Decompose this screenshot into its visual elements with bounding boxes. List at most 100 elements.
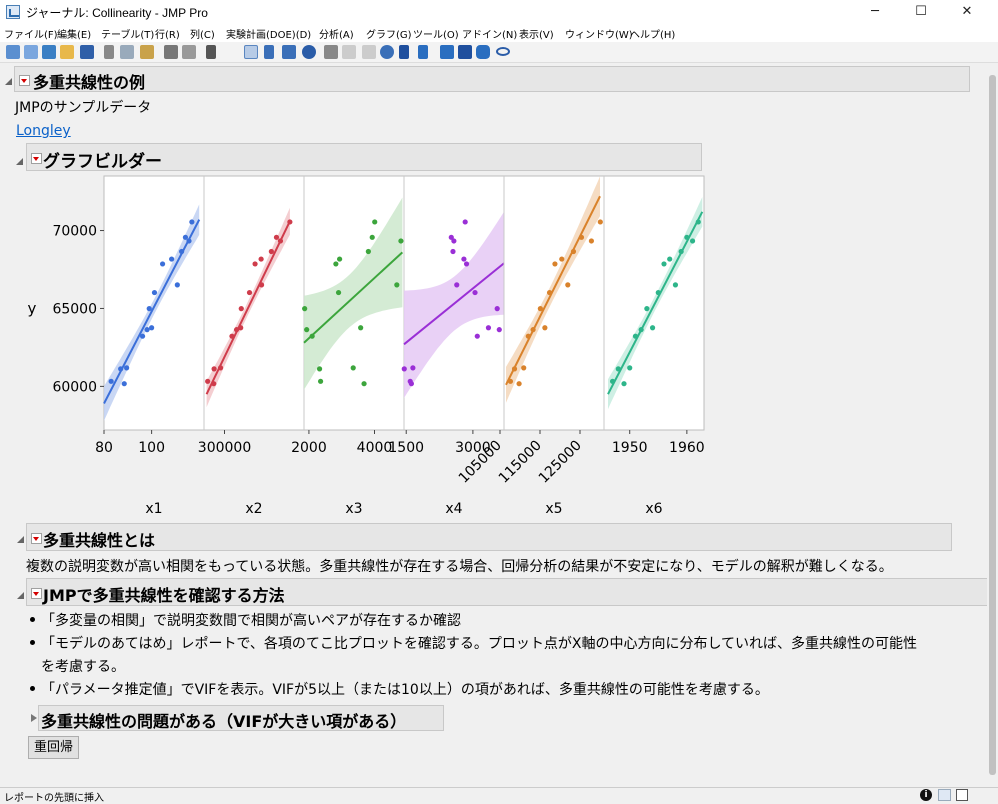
open-folder-icon[interactable] xyxy=(60,45,74,59)
crosshair-plus-icon[interactable] xyxy=(399,45,409,59)
help-tool-icon[interactable] xyxy=(264,45,274,59)
data-point xyxy=(337,256,343,262)
data-point xyxy=(588,238,595,244)
graph-builder-header[interactable]: グラフビルダー xyxy=(26,143,702,172)
arrow-tool-icon[interactable] xyxy=(244,45,258,59)
data-point xyxy=(684,234,690,240)
menu-view[interactable]: 表示(V) xyxy=(519,26,554,41)
data-point xyxy=(672,282,679,288)
x-axis-label: x6 xyxy=(645,501,662,517)
data-point xyxy=(609,378,616,384)
section-title: 多重共線性とは xyxy=(43,531,156,550)
new-script-icon[interactable] xyxy=(24,45,38,59)
menu-edit[interactable]: 編集(E) xyxy=(57,26,91,41)
menu-file[interactable]: ファイル(F) xyxy=(4,26,58,41)
section-header-collinearity-example[interactable]: 多重共線性の例 xyxy=(14,66,970,92)
simple-shape-icon[interactable] xyxy=(476,45,490,59)
annotate-tool-icon[interactable] xyxy=(440,45,454,59)
info-icon[interactable]: i xyxy=(920,789,932,801)
cut-icon[interactable] xyxy=(104,45,114,59)
scrollbar-thumb[interactable] xyxy=(989,75,996,775)
collinearity-definition-text: 複数の説明変数が高い相関をもっている状態。多重共線性が存在する場合、回帰分析の結… xyxy=(26,559,893,575)
menu-addins[interactable]: アドイン(N) xyxy=(462,26,517,41)
python-icon[interactable] xyxy=(42,45,56,59)
status-bar: レポートの先頭に挿入 i xyxy=(0,787,998,804)
data-point xyxy=(525,333,531,339)
data-point xyxy=(401,366,407,372)
disclosure-open-icon[interactable] xyxy=(17,536,24,543)
crosshair-tool-icon[interactable] xyxy=(282,45,296,59)
sample-data-label: JMPのサンプルデータ xyxy=(15,100,152,116)
data-point xyxy=(496,327,502,333)
brush-tool-icon[interactable] xyxy=(342,45,356,59)
x-tick-label: 1500 xyxy=(388,440,424,456)
section-header-how-to-check[interactable]: JMPで多重共線性を確認する方法 xyxy=(26,578,988,606)
menu-window[interactable]: ウィンドウ(W) xyxy=(565,26,633,41)
menu-rows[interactable]: 行(R) xyxy=(155,26,180,41)
multiple-regression-button[interactable]: 重回帰 xyxy=(28,736,79,759)
minimize-button[interactable]: ─ xyxy=(852,0,898,24)
maximize-button[interactable]: ☐ xyxy=(898,0,944,24)
red-triangle-menu-icon[interactable] xyxy=(31,588,42,599)
longley-link[interactable]: Longley xyxy=(16,123,71,139)
y-tick-label: 70000 xyxy=(52,224,97,240)
data-point xyxy=(485,325,492,331)
home-icon[interactable] xyxy=(938,789,951,801)
search-icon[interactable] xyxy=(206,45,216,59)
x-tick-label: 4000 xyxy=(357,440,393,456)
menu-doe[interactable]: 実験計画(DOE)(D) xyxy=(226,26,311,41)
data-point xyxy=(273,234,280,240)
data-point xyxy=(211,381,217,387)
red-triangle-menu-icon[interactable] xyxy=(31,533,42,544)
zoom-out-icon[interactable] xyxy=(362,45,376,59)
save-icon[interactable] xyxy=(80,45,94,59)
x-tick-label: 1960 xyxy=(669,440,705,456)
new-data-table-icon[interactable] xyxy=(6,45,20,59)
menu-help[interactable]: ヘルプ(H) xyxy=(630,26,675,41)
polygon-tool-icon[interactable] xyxy=(458,45,472,59)
paste-icon[interactable] xyxy=(140,45,154,59)
close-button[interactable]: ✕ xyxy=(944,0,990,24)
magnifier-tool-icon[interactable] xyxy=(380,45,394,59)
bullet-icon xyxy=(30,640,35,645)
y-tick-label: 65000 xyxy=(52,301,97,317)
menu-cols[interactable]: 列(C) xyxy=(190,26,215,41)
toolbar xyxy=(0,42,998,63)
line-tool-icon[interactable] xyxy=(418,45,428,59)
data-point xyxy=(398,238,404,244)
data-point xyxy=(450,248,456,255)
list-item: 「パラメータ推定値」でVIFを表示。VIFが5以上（または10以上）の項があれば… xyxy=(41,682,769,698)
data-point xyxy=(638,327,644,333)
data-point xyxy=(304,327,310,333)
data-point xyxy=(570,248,577,255)
section-header-vif-problem[interactable]: 多重共線性の問題がある（VIFが大きい項がある） xyxy=(38,705,444,731)
disclosure-open-icon[interactable] xyxy=(16,158,23,165)
menu-graph[interactable]: グラフ(G) xyxy=(366,26,412,41)
data-point xyxy=(358,325,364,331)
data-point xyxy=(649,325,656,331)
section-header-what-is-collinearity[interactable]: 多重共線性とは xyxy=(26,523,952,551)
ellipse-tool-icon[interactable] xyxy=(496,47,510,56)
data-point xyxy=(542,325,548,331)
data-point xyxy=(461,256,467,262)
layout-icon[interactable] xyxy=(182,45,196,59)
menu-analyze[interactable]: 分析(A) xyxy=(319,26,354,41)
menu-table[interactable]: テーブル(T) xyxy=(101,26,154,41)
bullet-icon xyxy=(30,617,35,622)
menu-bar: ファイル(F) 編集(E) テーブル(T) 行(R) 列(C) 実験計画(DOE… xyxy=(0,24,998,42)
data-point xyxy=(217,365,224,371)
data-point xyxy=(333,261,339,267)
window-list-icon[interactable] xyxy=(956,789,968,801)
red-triangle-menu-icon[interactable] xyxy=(19,75,30,86)
disclosure-open-icon[interactable] xyxy=(5,78,12,85)
grabber-tool-icon[interactable] xyxy=(324,45,338,59)
red-triangle-menu-icon[interactable] xyxy=(31,153,42,164)
lasso-tool-icon[interactable] xyxy=(302,45,316,59)
menu-tools[interactable]: ツール(O) xyxy=(413,26,459,41)
journal-icon[interactable] xyxy=(164,45,178,59)
vertical-scrollbar[interactable] xyxy=(987,63,998,787)
copy-icon[interactable] xyxy=(120,45,134,59)
data-point xyxy=(615,366,621,372)
disclosure-open-icon[interactable] xyxy=(17,592,24,599)
disclosure-closed-icon[interactable] xyxy=(31,714,37,722)
